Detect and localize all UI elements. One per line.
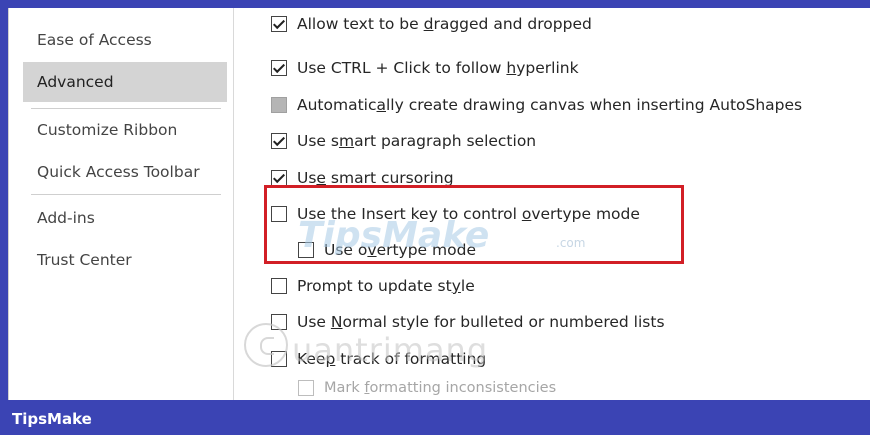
option-smart-cursoring[interactable]: Use smart cursoring (271, 166, 454, 190)
checkbox-checked[interactable] (271, 133, 287, 149)
option-label: Use smart cursoring (297, 169, 454, 187)
option-auto-drawing-canvas[interactable]: Automatically create drawing canvas when… (271, 93, 802, 117)
option-label: Allow text to be dragged and dropped (297, 15, 592, 33)
option-insert-key-overtype[interactable]: Use the Insert key to control overtype m… (271, 202, 640, 226)
sidebar-item-customize-ribbon[interactable]: Customize Ribbon (23, 110, 227, 150)
option-label: Use the Insert key to control overtype m… (297, 205, 640, 223)
sidebar-item-add-ins[interactable]: Add-ins (23, 198, 227, 238)
footer-bar: TipsMake (0, 400, 870, 435)
checkbox-disabled (298, 380, 314, 396)
checkbox-unchecked[interactable] (271, 206, 287, 222)
checkbox-checked[interactable] (271, 60, 287, 76)
option-use-overtype-mode[interactable]: Use overtype mode (298, 238, 476, 262)
option-smart-paragraph-selection[interactable]: Use smart paragraph selection (271, 129, 536, 153)
options-sidebar: Ease of Access Advanced Customize Ribbon… (9, 8, 227, 400)
option-label: Automatically create drawing canvas when… (297, 96, 803, 114)
footer-brand-label: TipsMake (12, 410, 92, 428)
option-label: Use Normal style for bulleted or numbere… (297, 313, 665, 331)
option-label: Use smart paragraph selection (297, 132, 537, 150)
checkbox-indeterminate[interactable] (271, 97, 287, 113)
option-label: Keep track of formatting (297, 350, 487, 368)
option-label: Prompt to update style (297, 277, 475, 295)
option-label: Mark formatting inconsistencies (324, 380, 557, 396)
option-ctrl-click-hyperlink[interactable]: Use CTRL + Click to follow hyperlink (271, 56, 579, 80)
sidebar-item-advanced[interactable]: Advanced (23, 62, 227, 102)
options-window: Ease of Access Advanced Customize Ribbon… (8, 8, 870, 400)
option-mark-formatting-inconsistencies: Mark formatting inconsistencies (298, 376, 556, 400)
advanced-options-panel: Allow text to be dragged and dropped Use… (234, 8, 870, 400)
checkbox-unchecked[interactable] (271, 278, 287, 294)
checkbox-unchecked[interactable] (271, 314, 287, 330)
sidebar-item-ease-of-access[interactable]: Ease of Access (23, 20, 227, 60)
checkbox-unchecked[interactable] (271, 351, 287, 367)
option-prompt-update-style[interactable]: Prompt to update style (271, 274, 475, 298)
checkbox-unchecked[interactable] (298, 242, 314, 258)
checkbox-checked[interactable] (271, 170, 287, 186)
sidebar-divider (31, 108, 221, 109)
checkbox-checked[interactable] (271, 16, 287, 32)
option-label: Use CTRL + Click to follow hyperlink (297, 59, 579, 77)
option-keep-track-formatting[interactable]: Keep track of formatting (271, 347, 486, 371)
option-label: Use overtype mode (324, 241, 476, 259)
sidebar-item-quick-access-toolbar[interactable]: Quick Access Toolbar (23, 152, 227, 192)
sidebar-divider (31, 194, 221, 195)
sidebar-item-trust-center[interactable]: Trust Center (23, 240, 227, 280)
option-allow-drag-drop[interactable]: Allow text to be dragged and dropped (271, 12, 592, 36)
option-normal-style-lists[interactable]: Use Normal style for bulleted or numbere… (271, 310, 665, 334)
